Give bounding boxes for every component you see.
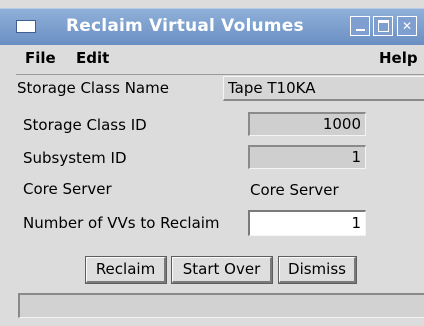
subsystem-id-label: Subsystem ID bbox=[23, 149, 127, 167]
close-icon: ✕ bbox=[401, 19, 413, 33]
storage-class-name-field[interactable]: Tape T10KA bbox=[223, 76, 424, 101]
title-bar[interactable]: Reclaim Virtual Volumes ✕ bbox=[0, 8, 424, 46]
menu-edit[interactable]: Edit bbox=[76, 49, 109, 67]
storage-class-id-label: Storage Class ID bbox=[23, 116, 147, 134]
menu-file[interactable]: File bbox=[25, 49, 56, 67]
subsystem-id-field: 1 bbox=[248, 145, 366, 169]
minimize-icon bbox=[355, 29, 365, 31]
storage-class-name-label: Storage Class Name bbox=[17, 79, 169, 97]
close-button[interactable]: ✕ bbox=[397, 16, 417, 36]
core-server-value: Core Server bbox=[250, 181, 339, 199]
dismiss-button[interactable]: Dismiss bbox=[278, 256, 357, 284]
maximize-button[interactable] bbox=[373, 16, 393, 36]
num-vvs-input[interactable]: 1 bbox=[248, 210, 366, 236]
storage-class-id-field: 1000 bbox=[248, 112, 366, 136]
menu-divider bbox=[16, 74, 424, 75]
maximize-icon bbox=[377, 20, 389, 32]
minimize-button[interactable] bbox=[350, 16, 370, 36]
core-server-label: Core Server bbox=[23, 180, 112, 198]
menu-help[interactable]: Help bbox=[379, 49, 418, 67]
window-menu-icon[interactable] bbox=[16, 20, 36, 33]
window-title: Reclaim Virtual Volumes bbox=[66, 16, 304, 36]
reclaim-virtual-volumes-window: Reclaim Virtual Volumes ✕ File Edit Help… bbox=[0, 0, 424, 326]
status-bar bbox=[18, 293, 424, 318]
num-vvs-label: Number of VVs to Reclaim bbox=[23, 214, 220, 232]
menu-bar: File Edit Help bbox=[0, 45, 424, 73]
reclaim-button[interactable]: Reclaim bbox=[85, 256, 167, 284]
start-over-button[interactable]: Start Over bbox=[171, 256, 273, 284]
